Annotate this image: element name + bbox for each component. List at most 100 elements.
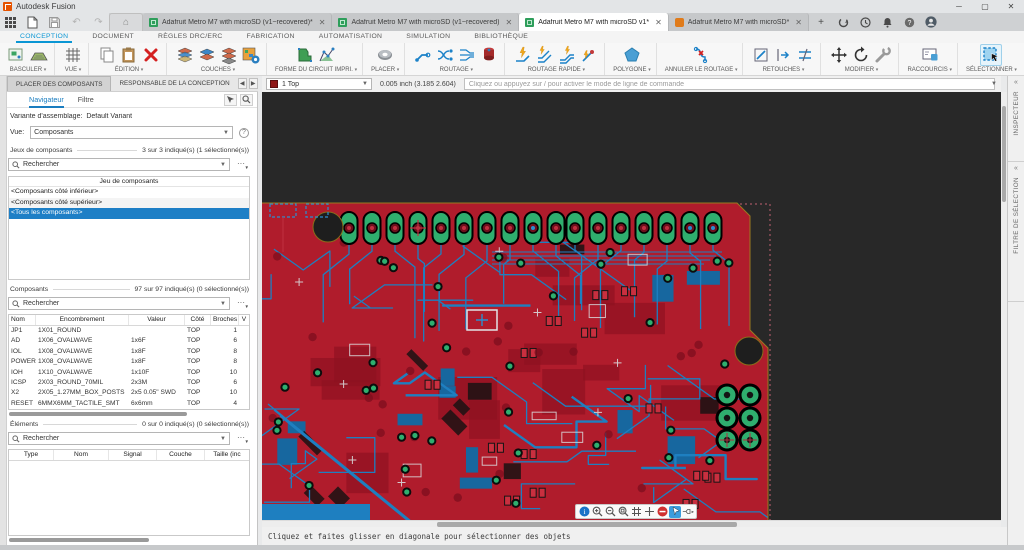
list-item[interactable]: <Composants côté inférieur> <box>9 187 249 198</box>
table-row[interactable]: C12 0603-NO 0.1uF TOP 2 <box>9 409 249 410</box>
right-rail: « INSPECTEUR « FILTRE DE SÉLECTION <box>1007 76 1024 550</box>
menu-item[interactable]: FABRICATION <box>247 31 295 43</box>
toolbar-group-edition[interactable]: ÉDITION ▾ <box>92 43 167 75</box>
title-bar: Autodesk Fusion ─ ▢ ✕ <box>0 0 1024 13</box>
info-icon[interactable]: i <box>578 506 590 518</box>
tab-close-icon[interactable]: ✕ <box>505 18 512 27</box>
redo-icon[interactable]: ↷ <box>92 16 105 29</box>
route-flag-icon[interactable] <box>682 506 694 518</box>
tab-filtre[interactable]: Filtre <box>78 92 94 108</box>
pcb-canvas[interactable]: i <box>262 92 1001 520</box>
document-tab[interactable]: Adafruit Metro M7 with microSD (v1~recov… <box>143 13 333 31</box>
table-row[interactable]: RESET 6MMX6MM_TACTILE_SMT 6x6mm TOP 4 <box>9 399 249 409</box>
toolbar-group-retouches[interactable]: RETOUCHES ▾ <box>746 43 822 75</box>
components-more-button[interactable]: ··· ▼ <box>233 297 249 311</box>
selection-filter-collapsed-panel[interactable]: « FILTRE DE SÉLECTION <box>1008 162 1024 302</box>
menu-item[interactable]: BIBLIOTHÈQUE <box>474 31 528 43</box>
toolbar-group-vue[interactable]: VUE ▾ <box>58 43 89 75</box>
command-chevron-icon[interactable]: ▼ <box>991 81 997 87</box>
app-title: Autodesk Fusion <box>16 2 76 11</box>
zoom-out-icon[interactable] <box>604 506 616 518</box>
zoom-fit-icon[interactable] <box>617 506 629 518</box>
components-table-hscrollbar[interactable] <box>9 412 187 416</box>
toolbar-group-selectionner[interactable]: SÉLECTIONNER ▾ <box>961 43 1022 75</box>
document-tab-active[interactable]: Adafruit Metro M7 with microSD v1* ✕ <box>519 13 669 31</box>
toolbar-group-routage-rapide[interactable]: ROUTAGE RAPIDE ▾ <box>508 43 606 75</box>
zoom-in-icon[interactable] <box>591 506 603 518</box>
prev-tab-arrow-icon[interactable]: ◀ <box>237 78 247 89</box>
menu-item[interactable]: SIMULATION <box>406 31 450 43</box>
navigator-tabs: Navigateur Filtre <box>7 92 257 108</box>
document-tab[interactable]: Adafruit Metro M7 with microSD* ✕ <box>668 13 809 31</box>
zoom-find-icon[interactable] <box>240 93 253 106</box>
toolbar-group-modifier[interactable]: MODIFIER ▾ <box>824 43 900 75</box>
expand-panel-icon[interactable]: « <box>1014 79 1018 87</box>
command-line-input[interactable] <box>463 78 996 90</box>
tab-navigateur[interactable]: Navigateur <box>29 92 64 108</box>
vscroll-thumb[interactable] <box>1002 106 1006 202</box>
elements-table-hscrollbar[interactable] <box>9 538 149 542</box>
select-probe-icon[interactable] <box>224 93 237 106</box>
table-row[interactable]: ICSP 2X03_ROUND_70MIL 2x3M TOP 6 <box>9 378 249 388</box>
tab-close-icon[interactable]: ✕ <box>795 18 802 27</box>
toolbar-group-routage[interactable]: ROUTAGE ▾ <box>408 43 506 75</box>
table-row[interactable]: X2 2X05_1.27MM_BOX_POSTS 2x5 0.05" SWD T… <box>9 388 249 398</box>
save-icon[interactable] <box>48 16 61 29</box>
grid-toggle-icon[interactable] <box>630 506 642 518</box>
tab-design-manager[interactable]: RESPONSABLE DE LA CONCEPTION <box>111 76 237 91</box>
home-tab[interactable]: ⌂ <box>109 13 143 31</box>
remove-icon[interactable] <box>656 506 668 518</box>
help-circle-icon[interactable]: ? <box>239 127 249 138</box>
table-row[interactable]: AD 1X06_OVALWAVE 1x6F TOP 6 <box>9 336 249 346</box>
menu-item[interactable]: RÈGLES DRC/ERC <box>158 31 223 43</box>
new-tab-plus-icon[interactable]: + <box>815 16 827 28</box>
user-avatar[interactable] <box>925 16 937 28</box>
clock-icon[interactable] <box>859 16 871 28</box>
elements-more-button[interactable]: ··· ▼ <box>233 432 249 446</box>
notifications-bell-icon[interactable] <box>881 16 893 28</box>
minimize-icon[interactable]: ─ <box>946 0 972 13</box>
crosshair-icon[interactable] <box>643 506 655 518</box>
delete-icon <box>144 48 158 62</box>
inspector-collapsed-panel[interactable]: « INSPECTEUR <box>1008 76 1024 162</box>
toolbar-group-annuler-routage[interactable]: ANNULER LE ROUTAGE ▾ <box>660 43 744 75</box>
toolbar-group-forme-circuit[interactable]: FORME DU CIRCUIT IMPRI. ▾ <box>270 43 364 75</box>
toolbar-group-couches[interactable]: COUCHES ▾ <box>170 43 267 75</box>
next-tab-arrow-icon[interactable]: ▶ <box>248 78 258 89</box>
menu-item[interactable]: CONCEPTION <box>15 31 73 43</box>
list-item[interactable]: <Tous les composants> <box>9 208 249 219</box>
table-row[interactable]: IOL 1X08_OVALWAVE 1x8F TOP 8 <box>9 347 249 357</box>
undo-icon[interactable]: ↶ <box>70 16 83 29</box>
select-cursor-icon[interactable] <box>669 505 681 518</box>
tab-close-icon[interactable]: ✕ <box>655 18 662 27</box>
toolbar-group-placer[interactable]: PLACER ▾ <box>366 43 406 75</box>
maximize-icon[interactable]: ▢ <box>972 0 998 13</box>
toolbar-group-basculer[interactable]: BASCULER ▾ <box>2 43 55 75</box>
expand-panel-icon[interactable]: « <box>1014 165 1018 173</box>
tab-close-icon[interactable]: ✕ <box>319 18 326 27</box>
wrench-icon <box>875 46 892 63</box>
toolbar-group-raccourcis[interactable]: RACCOURCIS ▾ <box>902 43 958 75</box>
components-search[interactable]: Rechercher ▼ <box>8 297 230 310</box>
toolbar-group-polygone[interactable]: POLYGONE ▾ <box>608 43 657 75</box>
menu-item[interactable]: DOCUMENT <box>92 31 134 43</box>
table-row[interactable]: POWER 1X08_OVALWAVE 1x8F TOP 8 <box>9 357 249 367</box>
canvas-hscrollbar[interactable] <box>262 520 1001 527</box>
table-row[interactable]: IOH 1X10_OVALWAVE 1x10F TOP 10 <box>9 368 249 378</box>
app-grid-icon[interactable] <box>4 16 17 29</box>
left-panel-tabs: PLACER DES COMPOSANTS RESPONSABLE DE LA … <box>0 76 258 92</box>
help-icon[interactable]: ? <box>903 16 915 28</box>
elements-search[interactable]: Rechercher ▼ <box>8 432 230 445</box>
document-tab[interactable]: Adafruit Metro M7 with microSD (v1~recov… <box>332 13 520 31</box>
table-row[interactable]: JP1 1X01_ROUND TOP 1 <box>9 326 249 336</box>
sync-icon[interactable] <box>837 16 849 28</box>
menu-item[interactable]: AUTOMATISATION <box>319 31 383 43</box>
close-icon[interactable]: ✕ <box>998 0 1024 13</box>
view-select[interactable]: Composants ▼ <box>30 126 233 139</box>
layer-select[interactable]: 1 Top ▼ <box>266 78 372 90</box>
tab-place-components[interactable]: PLACER DES COMPOSANTS <box>7 76 112 91</box>
new-file-icon[interactable] <box>26 16 39 29</box>
component-sets-search[interactable]: Rechercher ▼ <box>8 158 230 171</box>
list-item[interactable]: <Composants côté supérieur> <box>9 197 249 208</box>
component-sets-more-button[interactable]: ··· ▼ <box>233 158 249 172</box>
